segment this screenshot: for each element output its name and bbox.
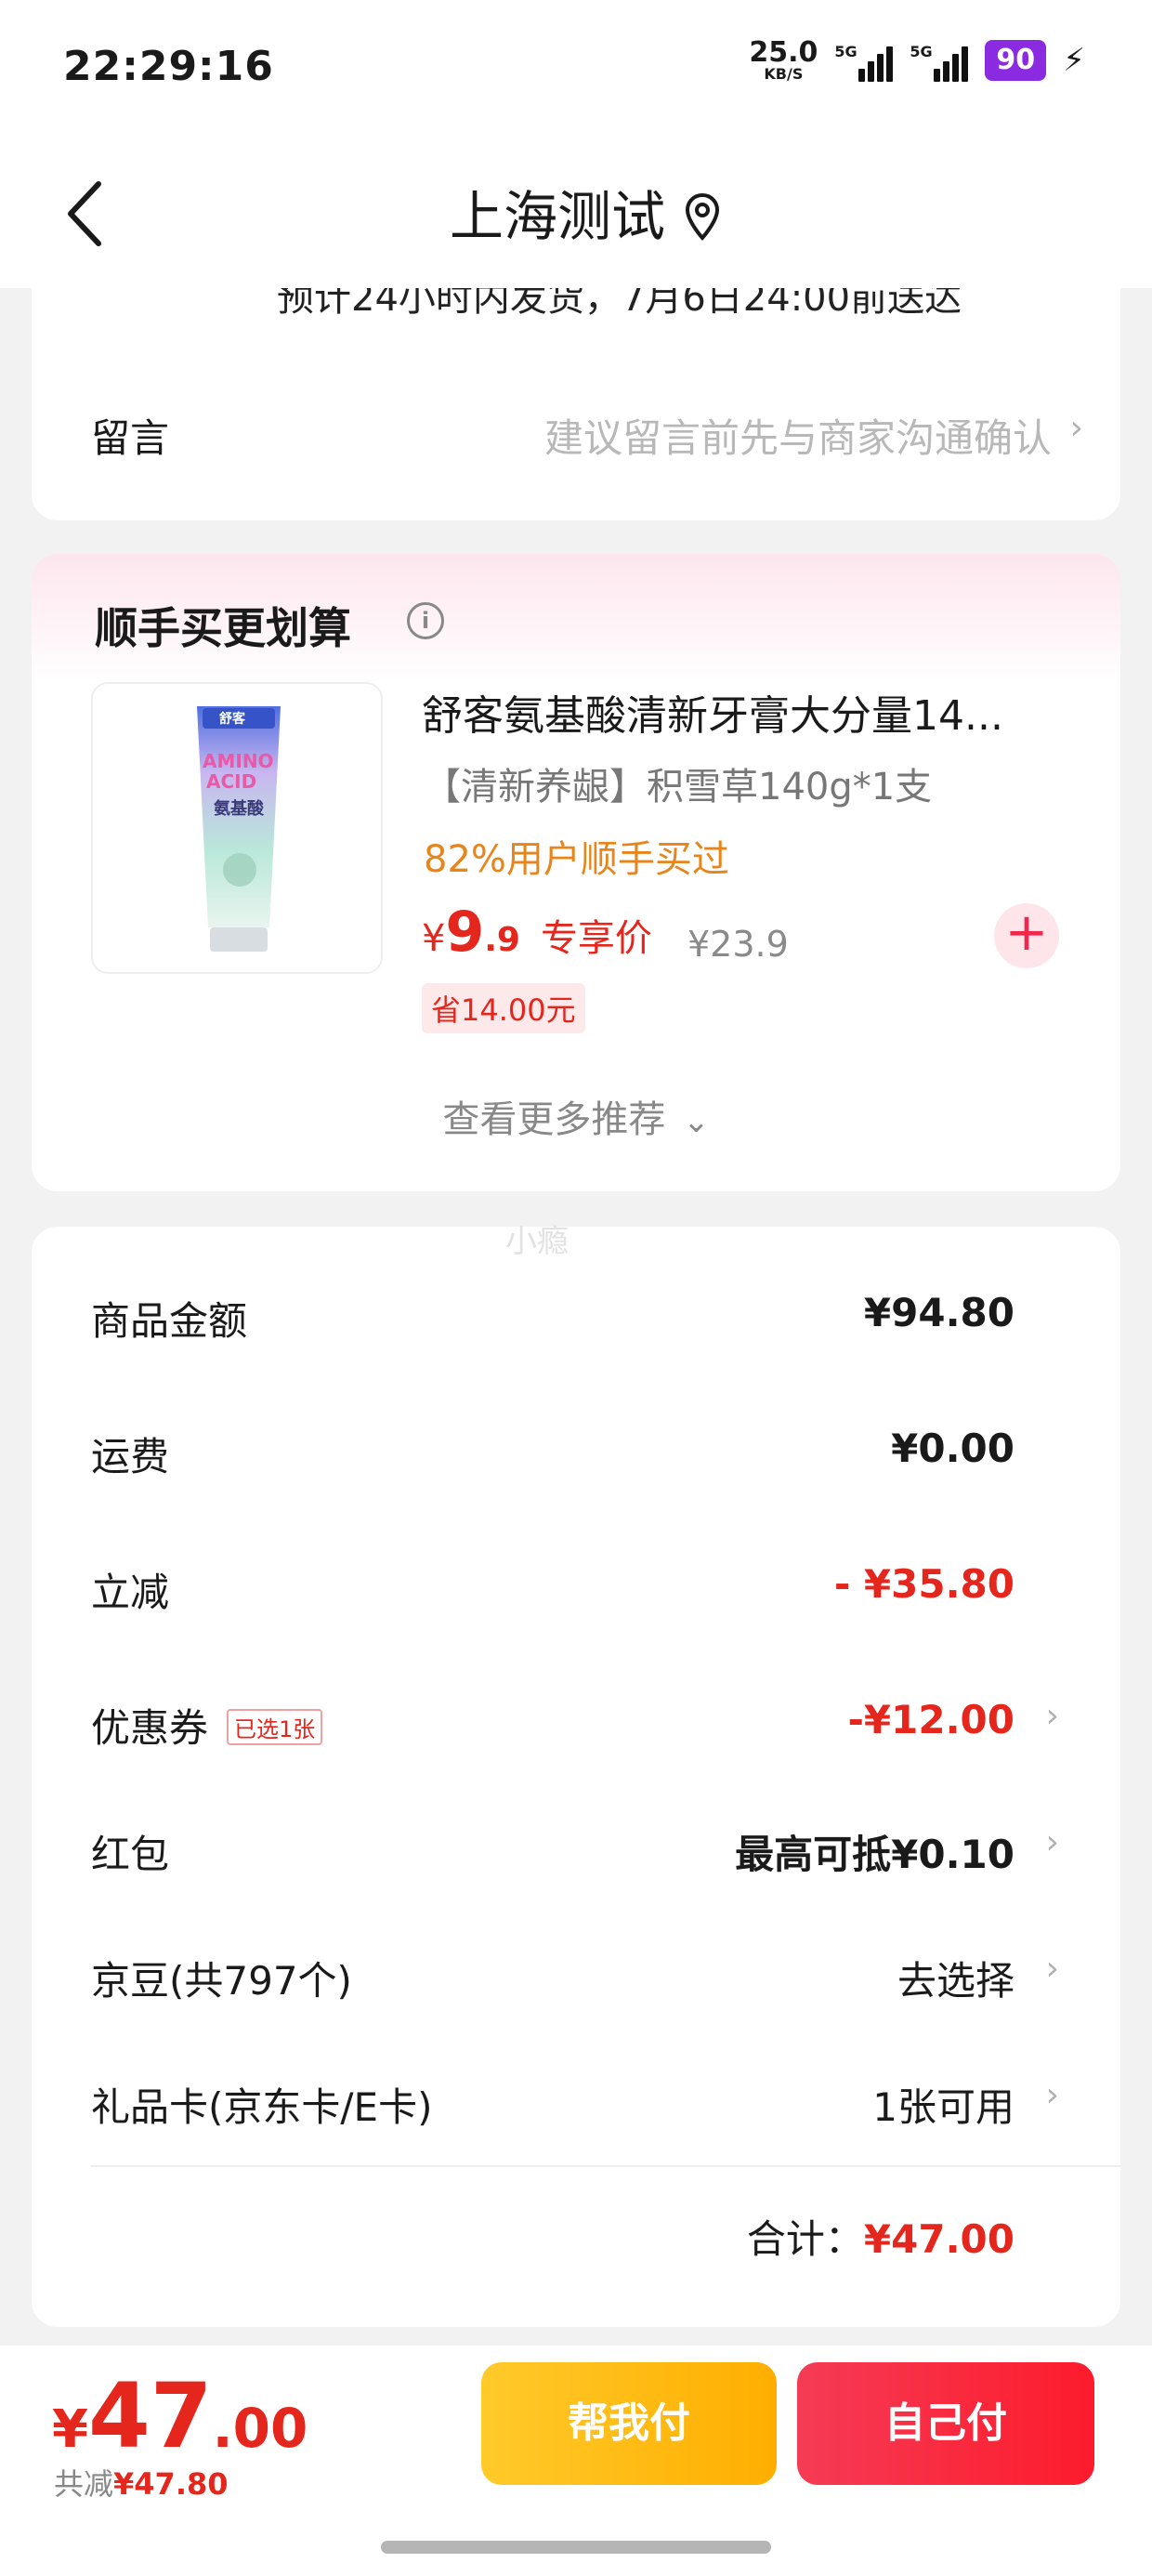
status-time: 22:29:16: [63, 43, 274, 90]
product-name[interactable]: 舒客氨基酸清新牙膏大分量14...: [422, 682, 1003, 742]
shipping-card: 预计24小时内发货，7月6日24:00前送达 留言 建议留言前先与商家沟通确认 …: [32, 288, 1120, 520]
image-text-cn: 氨基酸: [214, 798, 265, 819]
red-packet-value: 最高可抵¥0.10: [735, 1832, 1015, 1877]
image-text-line1: AMINO: [203, 750, 274, 772]
more-recommend-link[interactable]: 查看更多推荐 ⌄: [32, 1089, 1120, 1143]
signal-icon: 5G: [910, 39, 969, 82]
location-pin-icon[interactable]: [682, 191, 723, 243]
price-integer: 9: [445, 900, 485, 965]
add-to-order-button[interactable]: +: [994, 903, 1059, 968]
chevron-right-icon: ›: [1045, 2076, 1059, 2114]
goods-amount-value: ¥94.80: [863, 1290, 1015, 1335]
coupon-badge: 已选1张: [227, 1709, 323, 1745]
image-brand-text: 舒客: [219, 711, 246, 727]
original-price: ¥23.9: [687, 924, 789, 965]
total-label: 合计：: [746, 2216, 864, 2262]
pay-integer: 47: [87, 2364, 213, 2468]
chevron-right-icon: ›: [1045, 1950, 1059, 1988]
total-value: ¥47.00: [863, 2216, 1015, 2262]
status-bar: 22:29:16 25.0 KB/S 5G 5G 90 ⚡: [0, 0, 1152, 139]
signal-label: 5G: [910, 43, 933, 60]
save-badge: 省14.00元: [422, 983, 585, 1033]
chevron-right-icon: ›: [1045, 1697, 1059, 1735]
navigation-bar: 上海测试: [0, 139, 1152, 288]
saved-value: ¥47.80: [113, 2466, 229, 2502]
instant-discount-value: - ¥35.80: [833, 1561, 1015, 1607]
gift-card-label: 礼品卡(京东卡/E卡): [91, 2084, 433, 2130]
gift-card-row[interactable]: 礼品卡(京东卡/E卡) 1张可用 ›: [91, 2076, 1120, 2132]
price-tag: 专享价: [540, 917, 652, 960]
recommend-card: 顺手买更划算 i 舒客 AMINO ACID 氨基酸 舒客氨基酸清新牙膏大分量1…: [32, 554, 1120, 1191]
red-packet-label: 红包: [91, 1832, 170, 1877]
order-total: 合计：¥47.00: [747, 2208, 1015, 2265]
delivery-estimate: 预计24小时内发货，7月6日24:00前送达: [277, 288, 962, 320]
signal-label: 5G: [834, 43, 857, 60]
chevron-right-icon: ›: [1045, 1823, 1059, 1861]
pay-amount: ¥ 47 .00: [52, 2364, 308, 2468]
goods-amount-label: 商品金额: [91, 1298, 248, 1344]
image-text-line2: ACID: [206, 770, 256, 793]
jingdou-value: 去选择: [897, 1958, 1015, 2004]
coupon-row[interactable]: 优惠券 已选1张 -¥12.00 ›: [91, 1697, 1120, 1753]
shipping-fee-row: 运费 ¥0.00: [91, 1426, 1120, 1481]
instant-discount-row: 立减 - ¥35.80: [91, 1561, 1120, 1617]
help-pay-button[interactable]: 帮我付: [481, 2362, 777, 2485]
page-title-text: 上海测试: [449, 185, 665, 248]
net-speed: 25.0 KB/S: [749, 39, 818, 82]
instant-discount-label: 立减: [91, 1570, 170, 1615]
status-icons: 25.0 KB/S 5G 5G 90 ⚡: [749, 39, 1085, 82]
toothpaste-image: 舒客 AMINO ACID 氨基酸: [197, 706, 281, 952]
net-speed-value: 25.0: [749, 36, 818, 69]
product-image[interactable]: 舒客 AMINO ACID 氨基酸: [91, 682, 383, 974]
more-recommend-label: 查看更多推荐: [442, 1098, 666, 1141]
jingdou-label: 京豆(共797个): [91, 1958, 352, 2004]
watermark: 小瘾: [505, 1223, 569, 1260]
shipping-fee-label: 运费: [91, 1434, 170, 1479]
message-label: 留言: [91, 415, 170, 461]
price-decimal: .9: [484, 921, 520, 959]
battery-icon: 90: [985, 40, 1047, 81]
home-indicator[interactable]: [381, 2541, 771, 2554]
self-pay-button[interactable]: 自己付: [797, 2362, 1094, 2485]
pay-currency: ¥: [52, 2399, 88, 2460]
shipping-fee-value: ¥0.00: [891, 1426, 1015, 1471]
product-spec: 【清新养龈】积雪草140g*1支: [424, 766, 933, 808]
info-icon[interactable]: i: [407, 602, 444, 639]
charging-icon: ⚡: [1063, 42, 1085, 79]
page-title: 上海测试: [0, 173, 1152, 251]
price-detail-card: 商品金额 ¥94.80 运费 ¥0.00 立减 - ¥35.80 优惠券 已选1张…: [32, 1227, 1120, 2327]
jingdou-row[interactable]: 京豆(共797个) 去选择 ›: [91, 1950, 1120, 2005]
chevron-down-icon: ⌄: [683, 1103, 710, 1140]
pay-decimal: .00: [212, 2397, 308, 2460]
red-packet-row[interactable]: 红包 最高可抵¥0.10 ›: [91, 1823, 1120, 1879]
order-confirm-page: 22:29:16 25.0 KB/S 5G 5G 90 ⚡ 上海测试 预计24小…: [0, 0, 1152, 2576]
divider: [91, 2165, 1120, 2167]
checkout-bar: ¥ 47 .00 共减¥47.80 帮我付 自己付: [0, 2346, 1152, 2576]
message-input[interactable]: 建议留言前先与商家沟通确认: [544, 407, 1052, 464]
price-currency: ¥: [422, 917, 446, 960]
goods-amount-row: 商品金额 ¥94.80: [91, 1290, 1120, 1346]
coupon-label: 优惠券: [91, 1705, 209, 1751]
product-price: ¥ 9 .9 专享价: [422, 900, 652, 965]
chevron-right-icon: ›: [1069, 409, 1083, 447]
coupon-value: -¥12.00: [847, 1697, 1015, 1742]
recommend-title: 顺手买更划算: [95, 603, 351, 653]
total-saved: 共减¥47.80: [54, 2461, 229, 2504]
signal-icon: 5G: [834, 39, 894, 82]
saved-label: 共减: [54, 2466, 114, 2502]
product-bought-rate: 82%用户顺手买过: [424, 838, 729, 881]
coupon-label-wrap: 优惠券 已选1张: [91, 1697, 323, 1754]
gift-card-value: 1张可用: [872, 2084, 1015, 2130]
net-speed-unit: KB/S: [764, 65, 804, 83]
